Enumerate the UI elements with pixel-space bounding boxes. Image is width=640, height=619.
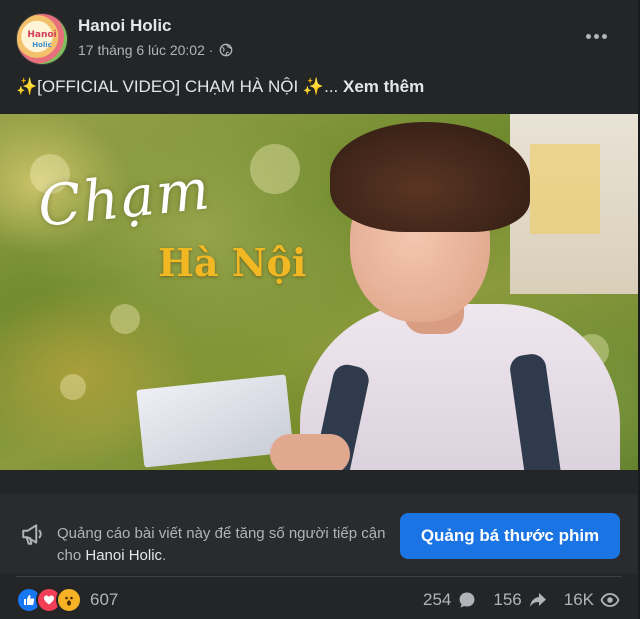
promote-description: Quảng cáo bài viết này để tăng số người …	[57, 523, 397, 567]
more-options-icon[interactable]	[582, 26, 610, 46]
reaction-count: 607	[90, 590, 119, 609]
wow-icon	[56, 587, 82, 613]
promote-text-suffix: .	[162, 547, 167, 564]
share-icon	[529, 593, 546, 607]
share-stat[interactable]: 156	[493, 590, 547, 610]
sparkles-icon: ✨	[16, 77, 38, 96]
post-meta: 17 tháng 6 lúc 20:02 ·	[78, 42, 233, 58]
video-subject-hair	[330, 122, 530, 232]
page-avatar[interactable]: Hanoi Holic	[16, 13, 68, 65]
eye-icon	[600, 593, 620, 607]
promote-page-name: Hanoi Holic	[85, 547, 163, 564]
avatar-logo-line1: Hanoi	[27, 30, 57, 40]
reactions-summary[interactable]: 607	[16, 587, 119, 613]
megaphone-icon	[22, 524, 42, 545]
globe-icon	[220, 43, 233, 57]
caption-text: [OFFICIAL VIDEO] CHẠM HÀ NỘI	[37, 77, 299, 96]
video-player[interactable]: Chạm Hà Nội	[0, 114, 638, 470]
caption-ellipsis: ...	[324, 77, 339, 96]
comment-count: 254	[423, 590, 452, 609]
video-subject-hand	[270, 434, 350, 470]
page-name-link[interactable]: Hanoi Holic	[78, 16, 172, 36]
avatar-logo-line2: Holic	[32, 41, 52, 49]
sparkles-icon: ✨	[302, 77, 325, 96]
view-stat: 16K	[564, 590, 620, 610]
divider	[16, 576, 622, 577]
see-more-link[interactable]: Xem thêm	[343, 77, 424, 96]
post-caption: ✨[OFFICIAL VIDEO] CHẠM HÀ NỘI ✨... Xem t…	[16, 77, 424, 97]
post-timestamp[interactable]: 17 tháng 6 lúc 20:02 ·	[78, 42, 213, 58]
video-title-gold: Hà Nội	[158, 240, 307, 285]
comment-icon	[459, 592, 475, 608]
post-card: Hanoi Holic Hanoi Holic 17 tháng 6 lúc 2…	[0, 0, 640, 619]
promote-reel-button[interactable]: Quảng bá thước phim	[400, 513, 620, 559]
view-count: 16K	[563, 590, 594, 609]
comment-stat[interactable]: 254	[423, 590, 477, 610]
share-count: 156	[493, 590, 522, 609]
engagement-stats: 254 156 16K	[423, 588, 620, 612]
